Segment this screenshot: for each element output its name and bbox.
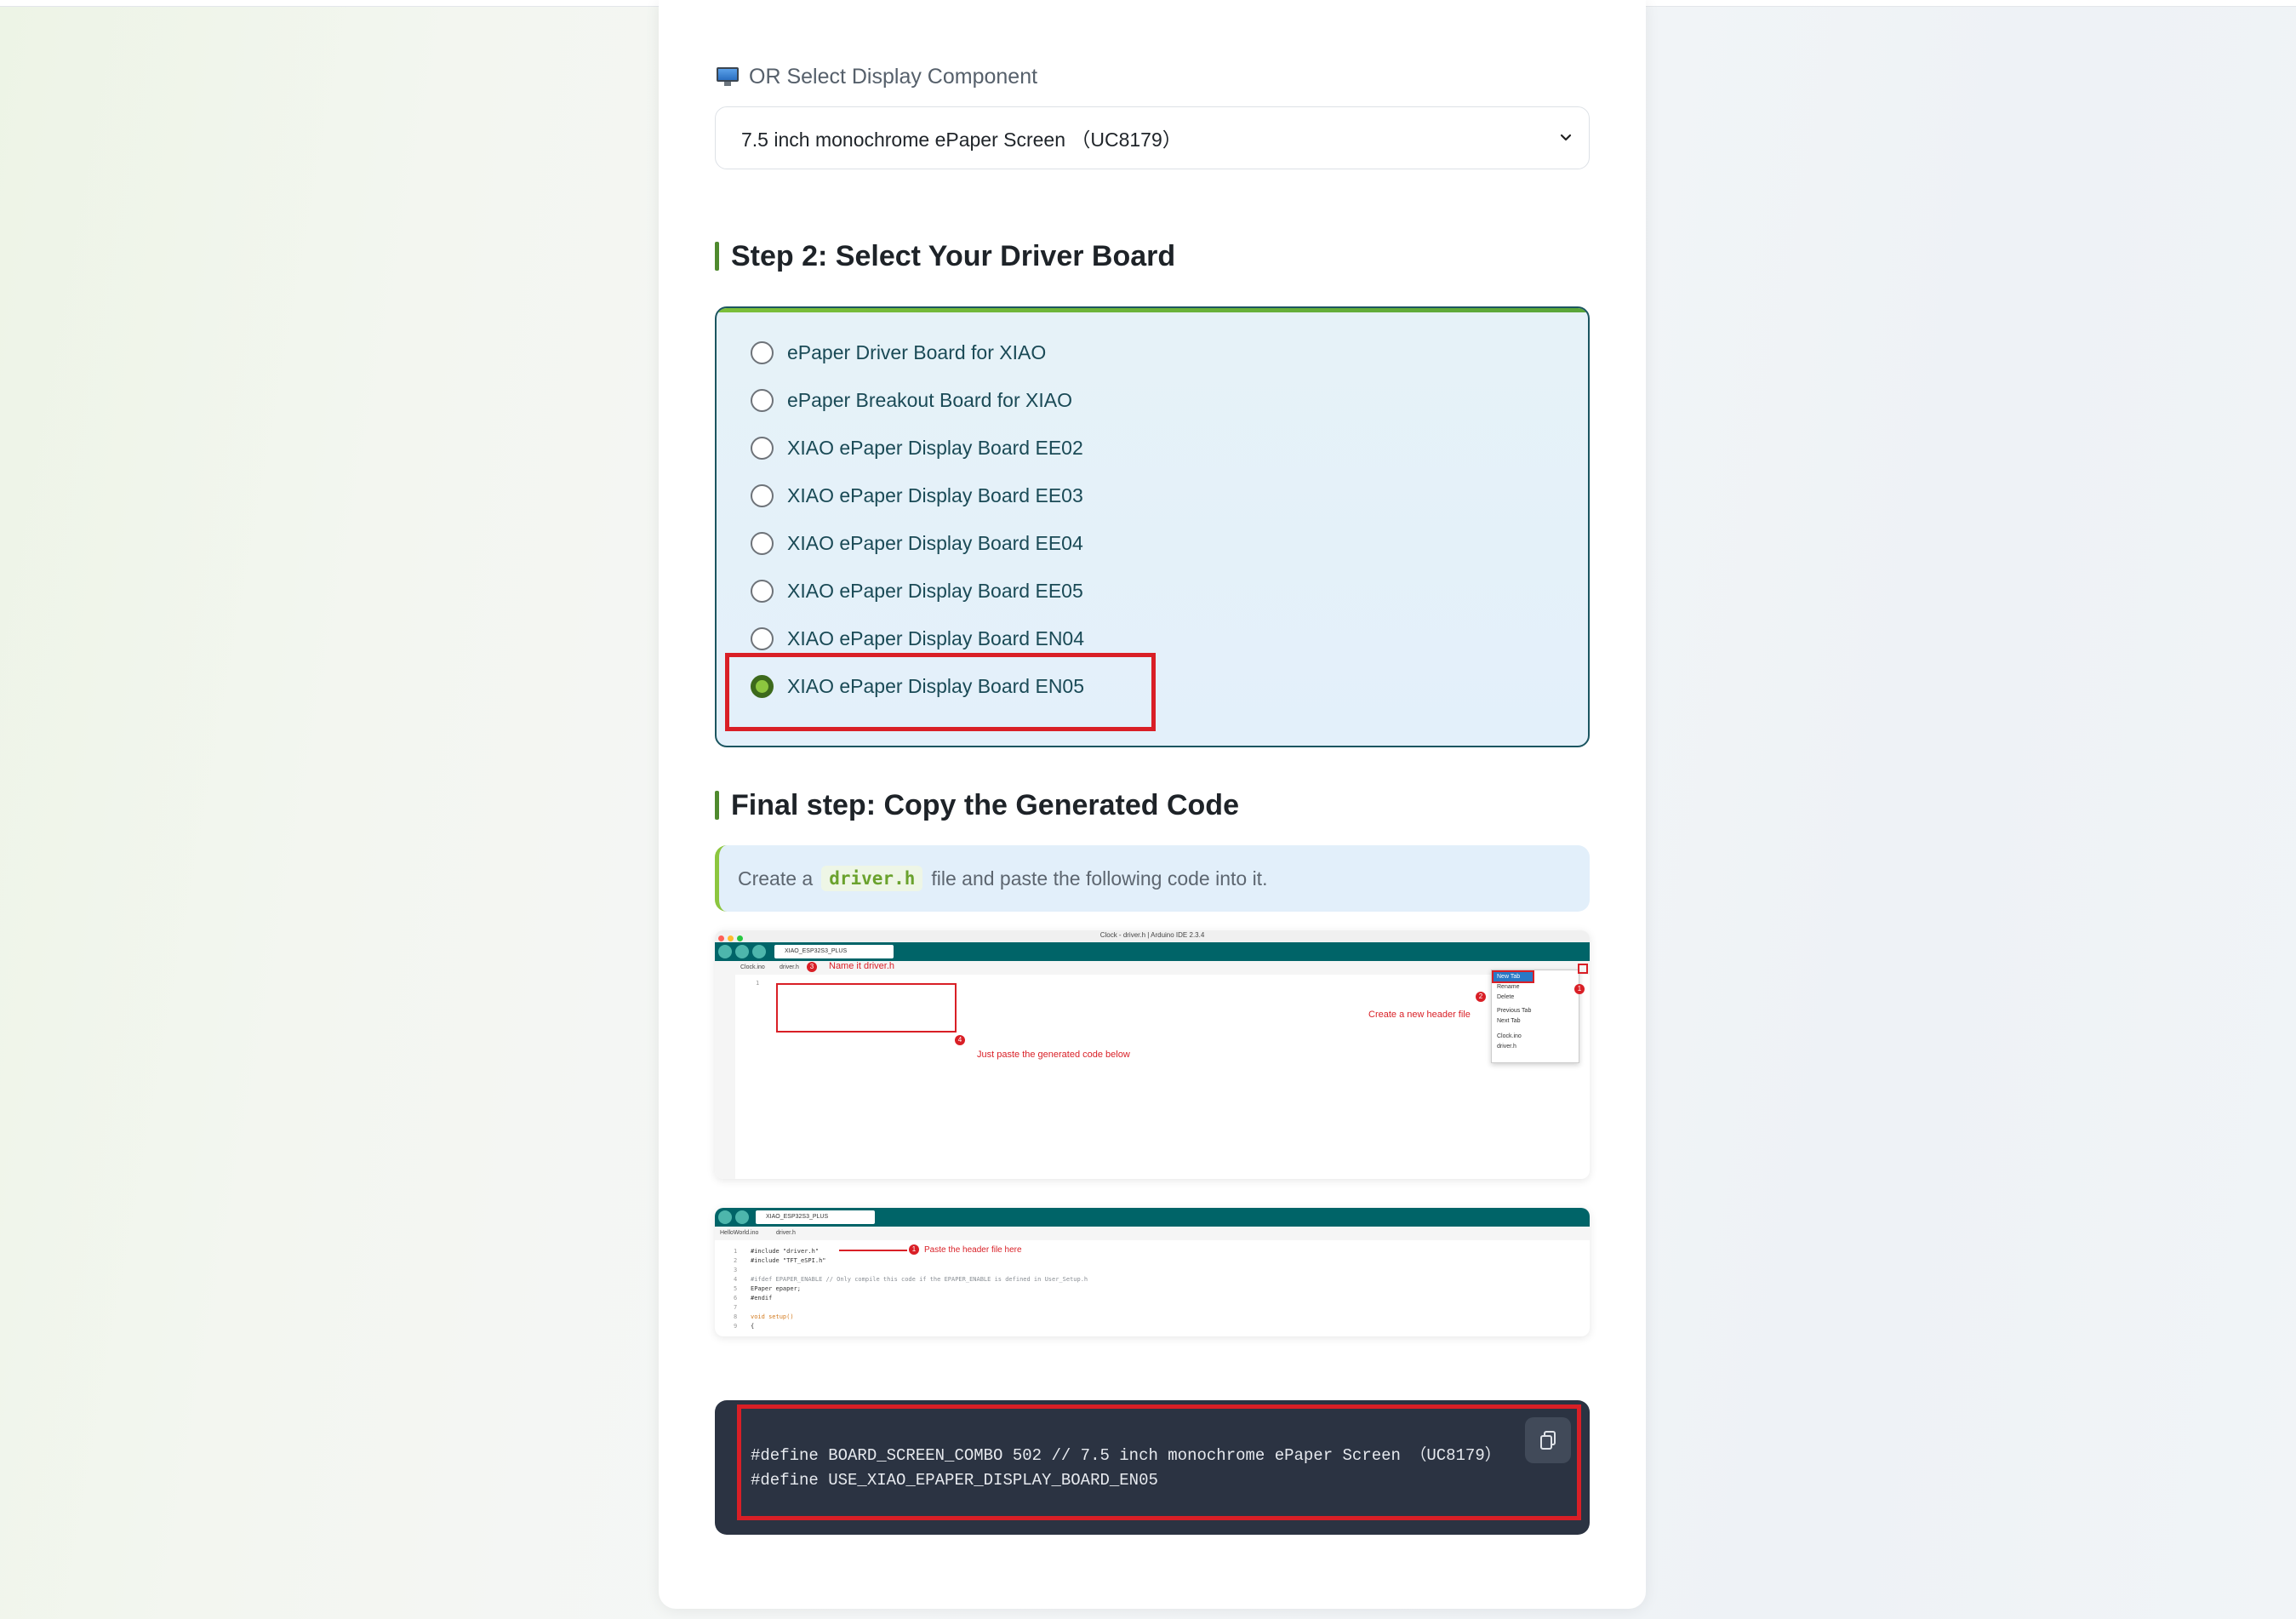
ide-code-line: #include "TFT_eSPI.h" [751,1257,826,1264]
upload-icon [735,945,749,958]
radio-button[interactable] [751,579,774,603]
chevron-down-icon [1560,134,1572,141]
annotation-number: 4 [955,1035,965,1045]
step2-title-text: Step 2: Select Your Driver Board [731,239,1176,272]
ide-tabs: HelloWorld.ino driver.h [715,1227,1590,1240]
ide-window-title: Clock - driver.h | Arduino IDE 2.3.4 [1099,931,1205,939]
ide-code-line: #ifdef EPAPER_ENABLE // Only compile thi… [751,1276,1088,1283]
display-label-text: OR Select Display Component [749,64,1038,89]
ide-code-line: #endif [751,1295,773,1301]
radio-group-accent [717,308,1588,312]
radio-button[interactable] [751,340,774,364]
annotation-number: 1 [1574,984,1585,994]
radio-option-label: XIAO ePaper Display Board EE05 [787,579,1083,602]
upload-icon [735,1210,749,1224]
display-selected-value: 7.5 inch monochrome ePaper Screen （UC817… [741,129,1182,151]
radio-option-label: XIAO ePaper Display Board EE04 [787,531,1083,554]
radio-button[interactable] [751,483,774,507]
display-section-label: OR Select Display Component [717,60,1037,94]
radio-option[interactable]: XIAO ePaper Display Board EE03 [751,478,1083,512]
annotation-number: 2 [1476,992,1486,1002]
ide-code-line: EPaper epaper; [751,1285,802,1292]
note-text-after: file and paste the following code into i… [931,867,1268,890]
paste-area-frame [776,983,957,1033]
instruction-note: Create a driver.h file and paste the fol… [715,845,1590,912]
radio-button[interactable] [751,531,774,555]
ide-line-number: 4 [734,1276,738,1283]
radio-option[interactable]: XIAO ePaper Display Board EE04 [751,526,1083,560]
title-accent-bar [715,242,719,271]
ide-board-select: XIAO_ESP32S3_PLUS [774,945,894,958]
ide-line-number: 1 [756,980,760,987]
code-highlight-frame [737,1404,1581,1520]
annotation-name-file: Name it driver.h [829,961,895,971]
menu-item-rename: Rename [1497,984,1520,990]
display-component-select[interactable]: 7.5 inch monochrome ePaper Screen （UC817… [715,106,1590,169]
menu-item-new-tab: New Tab [1492,970,1534,983]
title-accent-bar [715,791,719,820]
ide-tab-clock: Clock.ino [740,964,765,970]
menu-item-previous-tab: Previous Tab [1497,1008,1532,1014]
annotation-number: 3 [807,962,817,972]
annotation-number: 1 [909,1244,919,1255]
tab-menu-button-frame [1578,964,1588,974]
ide-line-number: 1 [734,1248,738,1255]
verify-icon [718,945,732,958]
ide-code-line: { [751,1323,755,1330]
ide-tab-driver: driver.h [776,1230,796,1236]
verify-icon [718,1210,732,1224]
radio-button[interactable] [751,626,774,650]
radio-option[interactable]: XIAO ePaper Display Board EN04 [751,621,1084,655]
ide-toolbar: XIAO_ESP32S3_PLUS [715,942,1590,961]
menu-item-driver-h: driver.h [1497,1044,1516,1050]
radio-option[interactable]: ePaper Driver Board for XIAO [751,335,1046,369]
menu-item-delete: Delete [1497,994,1515,1000]
ide-screenshot-include-header: XIAO_ESP32S3_PLUS HelloWorld.ino driver.… [715,1208,1590,1336]
annotation-paste-code: Just paste the generated code below [977,1050,1130,1060]
radio-button[interactable] [751,388,774,412]
ide-line-number: 6 [734,1295,738,1301]
radio-option-label: XIAO ePaper Display Board EE03 [787,483,1083,506]
ide-tab-helloworld: HelloWorld.ino [720,1230,759,1236]
radio-option-label: XIAO ePaper Display Board EE02 [787,436,1083,459]
ide-line-number: 8 [734,1313,738,1320]
ide-board-select: XIAO_ESP32S3_PLUS [756,1210,875,1224]
ide-screenshot-create-tab: Clock - driver.h | Arduino IDE 2.3.4 XIA… [715,930,1590,1179]
ide-sidebar [715,975,735,1179]
annotation-create-header: Create a new header file [1368,1010,1471,1020]
debug-icon [752,945,766,958]
radio-option[interactable]: XIAO ePaper Display Board EE02 [751,431,1083,465]
final-step-title-text: Final step: Copy the Generated Code [731,788,1239,821]
ide-tab-context-menu: New Tab Rename Delete Previous Tab Next … [1491,970,1579,1063]
highlight-frame [725,653,1156,731]
ide-line-number: 5 [734,1285,738,1292]
radio-option-label: ePaper Breakout Board for XIAO [787,388,1072,411]
radio-option-label: XIAO ePaper Display Board EN04 [787,626,1085,649]
filename-code: driver.h [821,866,923,891]
radio-option[interactable]: ePaper Breakout Board for XIAO [751,383,1072,417]
menu-item-clock-ino: Clock.ino [1497,1033,1522,1039]
radio-button[interactable] [751,436,774,460]
menu-item-next-tab: Next Tab [1497,1018,1521,1024]
radio-option[interactable]: XIAO ePaper Display Board EE05 [751,574,1083,608]
final-step-title: Final step: Copy the Generated Code [715,787,1239,824]
annotation-paste-header: Paste the header file here [924,1245,1022,1255]
ide-code-line: void setup() [751,1313,794,1320]
ide-titlebar: Clock - driver.h | Arduino IDE 2.3.4 [715,930,1590,942]
ide-line-number: 2 [734,1257,738,1264]
step2-title: Step 2: Select Your Driver Board [715,237,1175,275]
ide-line-number: 9 [734,1323,738,1330]
note-text-before: Create a [738,867,814,890]
monitor-icon [717,67,739,86]
ide-code-line: #include "driver.h" [751,1248,820,1255]
radio-option-label: ePaper Driver Board for XIAO [787,340,1047,363]
ide-tab-driver: driver.h [780,964,799,970]
ide-toolbar: XIAO_ESP32S3_PLUS [715,1208,1590,1227]
ide-line-number: 7 [734,1304,738,1311]
ide-line-number: 3 [734,1267,738,1273]
annotation-arrow [839,1250,907,1251]
